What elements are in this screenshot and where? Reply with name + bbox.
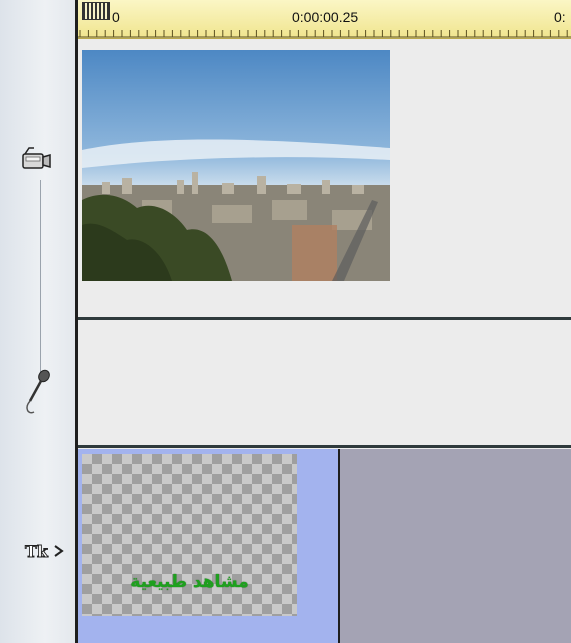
video-track[interactable] — [78, 39, 571, 317]
video-clip-thumbnail[interactable] — [82, 50, 390, 281]
audio-track[interactable] — [78, 321, 571, 445]
microphone-icon[interactable] — [20, 368, 54, 425]
title-clip[interactable]: مشاهد طبيعية — [78, 449, 340, 643]
ruler-timecode-end: 0: — [554, 9, 566, 25]
timeline-ruler[interactable]: 0 0:00:00.25 0: — [78, 0, 571, 39]
title-clip-thumbnail: مشاهد طبيعية — [82, 454, 297, 616]
track-separator — [78, 445, 571, 448]
title-track[interactable]: مشاهد طبيعية — [78, 449, 571, 643]
playhead-handle[interactable] — [82, 2, 110, 20]
ruler-timecode-mid: 0:00:00.25 — [292, 9, 359, 25]
ruler-ticks — [78, 30, 571, 38]
track-height-slider-line[interactable] — [40, 180, 41, 375]
video-camera-icon[interactable] — [20, 145, 54, 180]
track-header-column: Tk — [0, 0, 75, 643]
ruler-timecode-start: 0 — [112, 9, 120, 25]
track-separator — [78, 317, 571, 320]
title-text-icon[interactable]: Tk — [24, 540, 68, 567]
title-icon-text: Tk — [25, 542, 49, 561]
title-clip-text: مشاهد طبيعية — [130, 572, 249, 592]
